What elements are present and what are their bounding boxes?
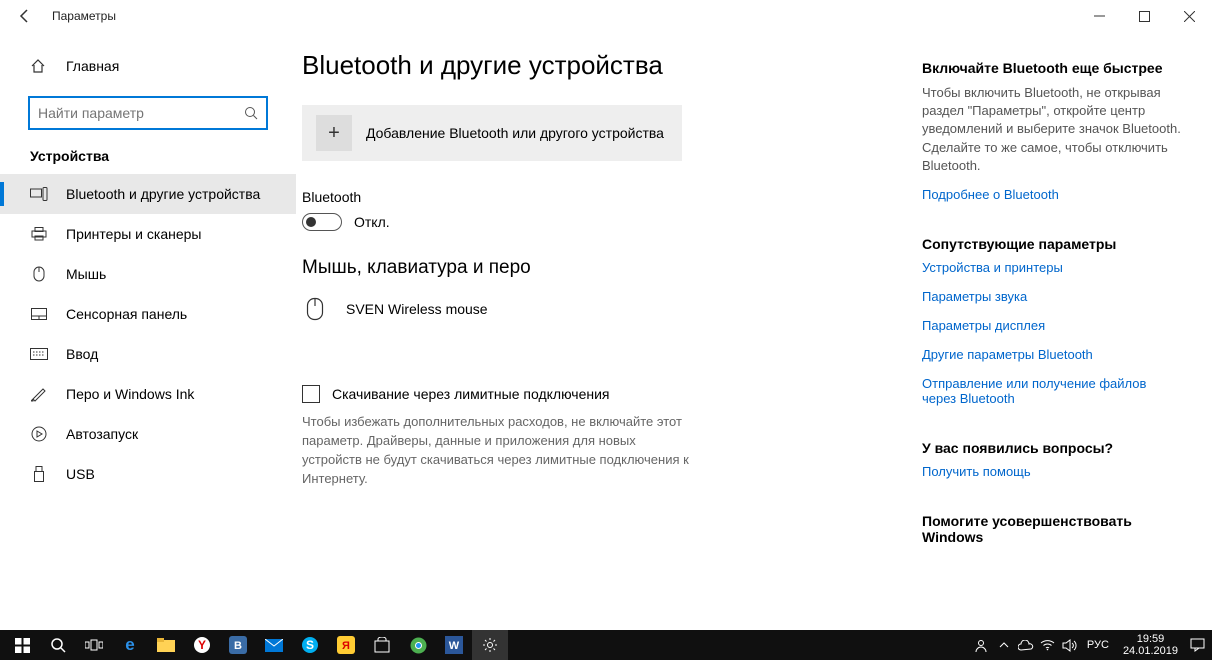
home-link[interactable]: Главная: [0, 50, 296, 82]
related-heading: Сопутствующие параметры: [922, 236, 1182, 252]
nav-usb[interactable]: USB: [0, 454, 296, 494]
file-explorer-icon[interactable]: [148, 630, 184, 660]
svg-text:B: B: [234, 640, 242, 652]
mouse-keyboard-heading: Мышь, клавиатура и перо: [302, 257, 922, 279]
action-center-icon[interactable]: [1186, 630, 1208, 660]
people-icon[interactable]: [971, 630, 993, 660]
metered-checkbox[interactable]: [302, 385, 320, 403]
autoplay-icon: [30, 426, 48, 442]
edge-icon[interactable]: e: [112, 630, 148, 660]
system-tray: РУС 19:59 24.01.2019: [971, 630, 1208, 660]
maximize-button[interactable]: [1122, 0, 1167, 32]
nav-label: Перо и Windows Ink: [66, 386, 194, 402]
svg-text:S: S: [306, 638, 314, 652]
word-icon[interactable]: W: [436, 630, 472, 660]
nav-typing[interactable]: Ввод: [0, 334, 296, 374]
nav-label: Сенсорная панель: [66, 306, 187, 322]
yandex-browser-icon[interactable]: Я: [328, 630, 364, 660]
metered-description: Чтобы избежать дополнительных расходов, …: [302, 413, 692, 488]
back-button[interactable]: [10, 1, 40, 31]
bluetooth-toggle[interactable]: [302, 213, 342, 231]
tip-heading: Включайте Bluetooth еще быстрее: [922, 60, 1182, 76]
nav-pen[interactable]: Перо и Windows Ink: [0, 374, 296, 414]
volume-icon[interactable]: [1059, 630, 1081, 660]
nav-bluetooth[interactable]: Bluetooth и другие устройства: [0, 174, 296, 214]
link-devices-printers[interactable]: Устройства и принтеры: [922, 260, 1182, 275]
link-display[interactable]: Параметры дисплея: [922, 318, 1182, 333]
link-more-bluetooth[interactable]: Подробнее о Bluetooth: [922, 187, 1182, 202]
device-item[interactable]: SVEN Wireless mouse: [302, 293, 922, 345]
task-view-icon[interactable]: [76, 630, 112, 660]
nav-label: Мышь: [66, 266, 106, 282]
settings-taskbar-icon[interactable]: [472, 630, 508, 660]
nav-label: Автозапуск: [66, 426, 138, 442]
category-heading: Устройства: [0, 148, 296, 174]
start-button[interactable]: [4, 630, 40, 660]
right-panel: Включайте Bluetooth еще быстрее Чтобы вк…: [922, 50, 1182, 630]
search-icon: [244, 106, 258, 120]
home-label: Главная: [66, 58, 119, 74]
link-get-help[interactable]: Получить помощь: [922, 464, 1182, 479]
devices-icon: [30, 187, 48, 201]
search-box[interactable]: [28, 96, 268, 130]
pen-icon: [30, 386, 48, 402]
titlebar: Параметры: [0, 0, 1212, 32]
chrome-icon[interactable]: [400, 630, 436, 660]
mouse-icon: [30, 266, 48, 282]
plus-icon: +: [316, 115, 352, 151]
minimize-button[interactable]: [1077, 0, 1122, 32]
wifi-icon[interactable]: [1037, 630, 1059, 660]
add-device-button[interactable]: + Добавление Bluetooth или другого устро…: [302, 105, 682, 161]
mouse-device-icon: [306, 297, 334, 321]
home-icon: [30, 58, 48, 74]
printer-icon: [30, 227, 48, 241]
nav-label: Ввод: [66, 346, 98, 362]
metered-label: Скачивание через лимитные подключения: [332, 386, 609, 402]
questions-heading: У вас появились вопросы?: [922, 440, 1182, 456]
mail-icon[interactable]: [256, 630, 292, 660]
link-sound[interactable]: Параметры звука: [922, 289, 1182, 304]
nav-label: USB: [66, 466, 95, 482]
search-input[interactable]: [38, 105, 244, 121]
svg-text:Я: Я: [342, 640, 350, 652]
device-name: SVEN Wireless mouse: [346, 301, 488, 317]
nav-label: Bluetooth и другие устройства: [66, 186, 260, 202]
tip-text: Чтобы включить Bluetooth, не открывая ра…: [922, 84, 1182, 175]
nav-mouse[interactable]: Мышь: [0, 254, 296, 294]
search-taskbar-icon[interactable]: [40, 630, 76, 660]
window-title: Параметры: [52, 9, 116, 23]
date: 24.01.2019: [1123, 645, 1178, 657]
svg-text:W: W: [449, 640, 460, 652]
nav-label: Принтеры и сканеры: [66, 226, 201, 242]
svg-text:Y: Y: [198, 638, 206, 652]
language-indicator[interactable]: РУС: [1081, 639, 1115, 651]
keyboard-icon: [30, 348, 48, 360]
yandex-icon[interactable]: Y: [184, 630, 220, 660]
close-button[interactable]: [1167, 0, 1212, 32]
nav-printers[interactable]: Принтеры и сканеры: [0, 214, 296, 254]
usb-icon: [30, 466, 48, 482]
tray-chevron-up-icon[interactable]: [993, 630, 1015, 660]
onedrive-icon[interactable]: [1015, 630, 1037, 660]
clock[interactable]: 19:59 24.01.2019: [1115, 633, 1186, 657]
improve-heading: Помогите усовершенствовать Windows: [922, 513, 1182, 545]
vk-icon[interactable]: B: [220, 630, 256, 660]
main-content: Bluetooth и другие устройства + Добавлен…: [302, 50, 922, 630]
add-device-label: Добавление Bluetooth или другого устройс…: [366, 125, 664, 141]
taskbar: e Y B S Я W РУС 19:59 24.01.2019: [0, 630, 1212, 660]
nav-autoplay[interactable]: Автозапуск: [0, 414, 296, 454]
page-title: Bluetooth и другие устройства: [302, 50, 922, 81]
bluetooth-state: Откл.: [354, 214, 390, 230]
nav-touchpad[interactable]: Сенсорная панель: [0, 294, 296, 334]
link-bt-other[interactable]: Другие параметры Bluetooth: [922, 347, 1182, 362]
sidebar: Главная Устройства Bluetooth и другие ус…: [0, 32, 296, 630]
bluetooth-label: Bluetooth: [302, 189, 922, 205]
touchpad-icon: [30, 308, 48, 320]
link-bt-files[interactable]: Отправление или получение файлов через B…: [922, 376, 1182, 406]
skype-icon[interactable]: S: [292, 630, 328, 660]
store-icon[interactable]: [364, 630, 400, 660]
time: 19:59: [1123, 633, 1178, 645]
